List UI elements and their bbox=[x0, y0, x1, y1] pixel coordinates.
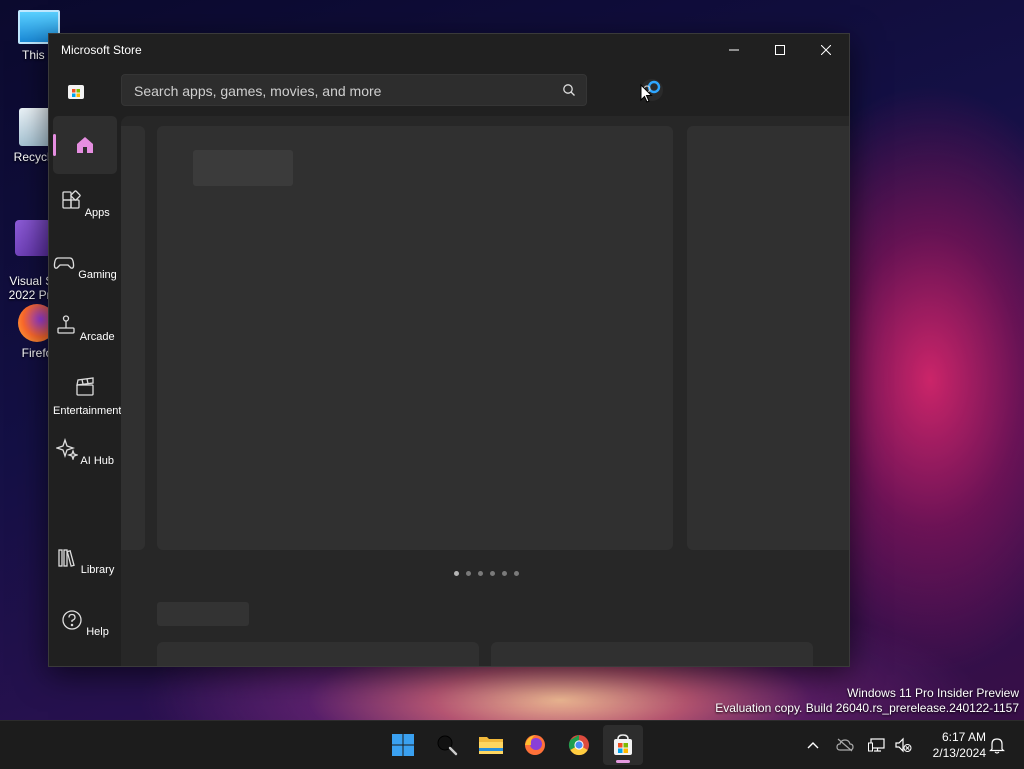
store-header bbox=[49, 66, 849, 116]
sidebar-item-label: Entertainment bbox=[53, 405, 122, 417]
sidebar-item-label: Arcade bbox=[79, 331, 115, 343]
section-title-placeholder bbox=[157, 602, 249, 626]
taskbar-file-explorer[interactable] bbox=[471, 725, 511, 765]
watermark-line: Evaluation copy. Build 26040.rs_prerelea… bbox=[715, 701, 1019, 715]
sidebar-item-label: Library bbox=[80, 564, 115, 576]
maximize-button[interactable] bbox=[757, 34, 803, 66]
clock-date: 2/13/2024 bbox=[932, 746, 986, 760]
sidebar-item-label: Apps bbox=[84, 207, 110, 219]
firefox-icon bbox=[525, 735, 545, 755]
hero-card-previous[interactable] bbox=[121, 126, 145, 550]
sidebar-item-label: Help bbox=[86, 626, 109, 638]
clock[interactable]: 6:17 AM 2/13/2024 bbox=[920, 729, 986, 761]
title-bar[interactable]: Microsoft Store bbox=[49, 34, 849, 66]
carousel-pager bbox=[454, 571, 519, 576]
section-card-placeholder[interactable] bbox=[157, 642, 479, 666]
store-logo-icon[interactable] bbox=[67, 82, 85, 100]
clock-time: 6:17 AM bbox=[941, 730, 986, 744]
sidebar-item-entertainment[interactable]: Entertainment bbox=[53, 366, 121, 424]
maximize-icon bbox=[775, 45, 785, 55]
volume-muted-icon bbox=[895, 737, 912, 753]
sidebar-item-label: AI Hub bbox=[80, 455, 115, 467]
taskbar: 6:17 AM 2/13/2024 bbox=[0, 720, 1024, 769]
carousel-dot[interactable] bbox=[502, 571, 507, 576]
window-title: Microsoft Store bbox=[61, 43, 142, 57]
taskbar-chrome[interactable] bbox=[559, 725, 599, 765]
sidebar-item-home[interactable] bbox=[53, 116, 117, 174]
minimize-icon bbox=[729, 49, 739, 51]
close-icon bbox=[821, 45, 831, 55]
carousel-dot[interactable] bbox=[454, 571, 459, 576]
sidebar-item-ai-hub[interactable]: AI Hub bbox=[53, 428, 117, 486]
network-tray-button[interactable] bbox=[866, 721, 888, 769]
carousel-dot[interactable] bbox=[514, 571, 519, 576]
minimize-button[interactable] bbox=[711, 34, 757, 66]
carousel-dot[interactable] bbox=[490, 571, 495, 576]
file-explorer-icon bbox=[479, 737, 503, 754]
sidebar-item-gaming[interactable]: Gaming bbox=[53, 242, 117, 300]
recycle-bin-icon bbox=[19, 108, 51, 146]
microsoft-store-window: Microsoft Store Search apps, games, movi… bbox=[48, 33, 850, 667]
network-icon bbox=[868, 738, 885, 752]
onedrive-tray-button[interactable] bbox=[834, 721, 856, 769]
carousel-dot[interactable] bbox=[466, 571, 471, 576]
joystick-icon bbox=[57, 315, 75, 334]
chevron-up-icon bbox=[807, 742, 819, 749]
sidebar-nav: Apps Gaming Arcade Entertainment AI Hub bbox=[49, 116, 121, 666]
sidebar-item-help[interactable]: Help bbox=[53, 599, 117, 657]
start-button[interactable] bbox=[383, 725, 423, 765]
running-indicator bbox=[616, 760, 630, 763]
chrome-icon bbox=[568, 735, 589, 756]
home-content bbox=[121, 116, 849, 666]
show-hidden-icons-button[interactable] bbox=[802, 721, 824, 769]
sidebar-item-library[interactable]: Library bbox=[53, 537, 117, 595]
taskbar-firefox[interactable] bbox=[515, 725, 555, 765]
evaluation-watermark: Windows 11 Pro Insider Preview Evaluatio… bbox=[715, 686, 1019, 716]
taskbar-microsoft-store[interactable] bbox=[603, 725, 643, 765]
section-card-placeholder[interactable] bbox=[491, 642, 813, 666]
taskbar-search-button[interactable] bbox=[427, 725, 467, 765]
sidebar-item-apps[interactable]: Apps bbox=[53, 180, 117, 238]
search-icon bbox=[437, 735, 458, 756]
visual-studio-icon bbox=[15, 220, 51, 256]
sparkle-icon bbox=[54, 437, 80, 462]
apps-icon bbox=[62, 190, 81, 209]
carousel-dot[interactable] bbox=[478, 571, 483, 576]
cloud-offline-icon bbox=[836, 738, 854, 752]
notifications-button[interactable] bbox=[986, 721, 1008, 769]
help-icon bbox=[62, 610, 82, 630]
search-box[interactable] bbox=[121, 74, 587, 107]
store-icon bbox=[614, 734, 632, 755]
home-icon bbox=[77, 137, 93, 153]
search-icon[interactable] bbox=[562, 83, 576, 97]
gamepad-icon bbox=[53, 257, 75, 269]
active-indicator bbox=[53, 134, 56, 156]
library-icon bbox=[58, 549, 75, 567]
sidebar-item-label: Gaming bbox=[78, 269, 117, 281]
hero-card-next[interactable] bbox=[687, 126, 849, 550]
mouse-cursor-icon bbox=[640, 84, 653, 103]
bell-icon bbox=[989, 738, 1005, 754]
volume-tray-button[interactable] bbox=[892, 721, 914, 769]
clapperboard-icon bbox=[76, 377, 94, 396]
hero-card-current[interactable] bbox=[157, 126, 673, 550]
hero-title-placeholder bbox=[193, 150, 293, 186]
start-icon bbox=[392, 734, 414, 756]
sidebar-item-arcade[interactable]: Arcade bbox=[53, 304, 117, 362]
search-input[interactable] bbox=[132, 75, 556, 107]
close-button[interactable] bbox=[803, 34, 849, 66]
watermark-line: Windows 11 Pro Insider Preview bbox=[847, 686, 1019, 700]
